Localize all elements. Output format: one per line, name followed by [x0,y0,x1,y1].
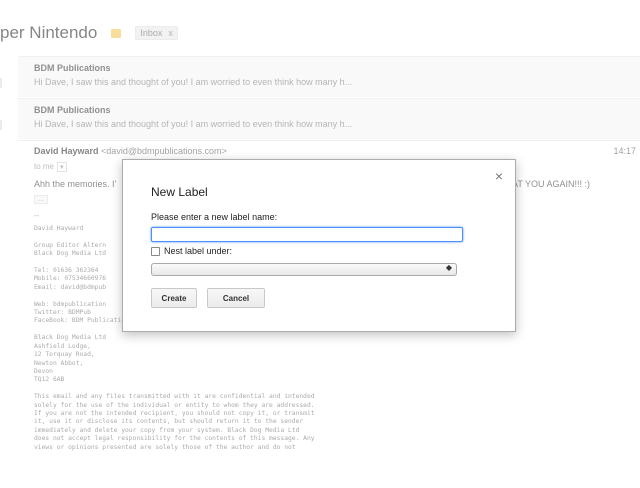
create-button[interactable]: Create [151,288,197,308]
close-icon[interactable]: × [495,168,503,184]
nest-label-text: Nest label under: [164,246,233,256]
new-label-dialog: × New Label Please enter a new label nam… [122,159,516,332]
gmail-window: per Nintendo Inbox x BDM Publications Hi … [0,0,640,488]
nest-label-checkbox[interactable] [151,246,160,256]
label-name-input[interactable] [151,227,463,242]
nest-label-row[interactable]: Nest label under: [151,246,232,256]
page: per Nintendo Inbox x BDM Publications Hi … [0,0,640,488]
parent-label-select[interactable]: ◆ [151,263,457,276]
label-name-prompt: Please enter a new label name: [151,212,278,222]
select-arrows-icon: ◆ [445,263,452,272]
cancel-button[interactable]: Cancel [207,288,265,308]
dialog-title: New Label [151,185,208,199]
